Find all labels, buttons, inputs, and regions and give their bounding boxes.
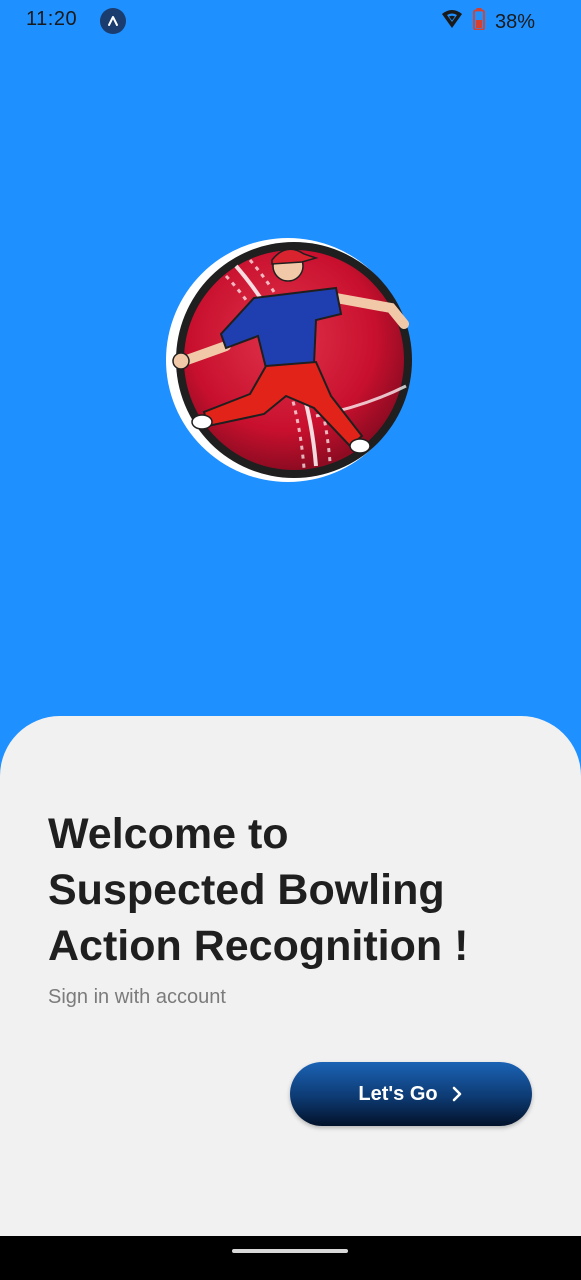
chevron-right-icon — [450, 1085, 464, 1103]
wifi-icon — [441, 9, 463, 35]
lets-go-label: Let's Go — [358, 1082, 438, 1105]
status-bar: 11:20 38% — [0, 0, 581, 40]
status-right-group: 38% — [441, 8, 535, 36]
status-time: 11:20 — [26, 8, 78, 30]
welcome-title: Welcome to Suspected Bowling Action Reco… — [48, 806, 548, 974]
lets-go-button[interactable]: Let's Go — [290, 1062, 532, 1126]
cricket-bowler-logo — [166, 236, 416, 486]
home-indicator[interactable] — [232, 1249, 348, 1253]
welcome-sheet: Welcome to Suspected Bowling Action Reco… — [0, 716, 581, 1246]
app-notification-icon — [100, 8, 126, 34]
battery-icon — [473, 8, 485, 36]
welcome-title-line: Welcome to — [48, 810, 289, 858]
system-navigation-bar — [0, 1236, 581, 1280]
welcome-title-line: Action Recognition ! — [48, 922, 469, 970]
sign-in-subtitle: Sign in with account — [48, 986, 226, 1008]
battery-percentage: 38% — [494, 10, 535, 33]
welcome-title-line: Suspected Bowling — [48, 866, 445, 914]
